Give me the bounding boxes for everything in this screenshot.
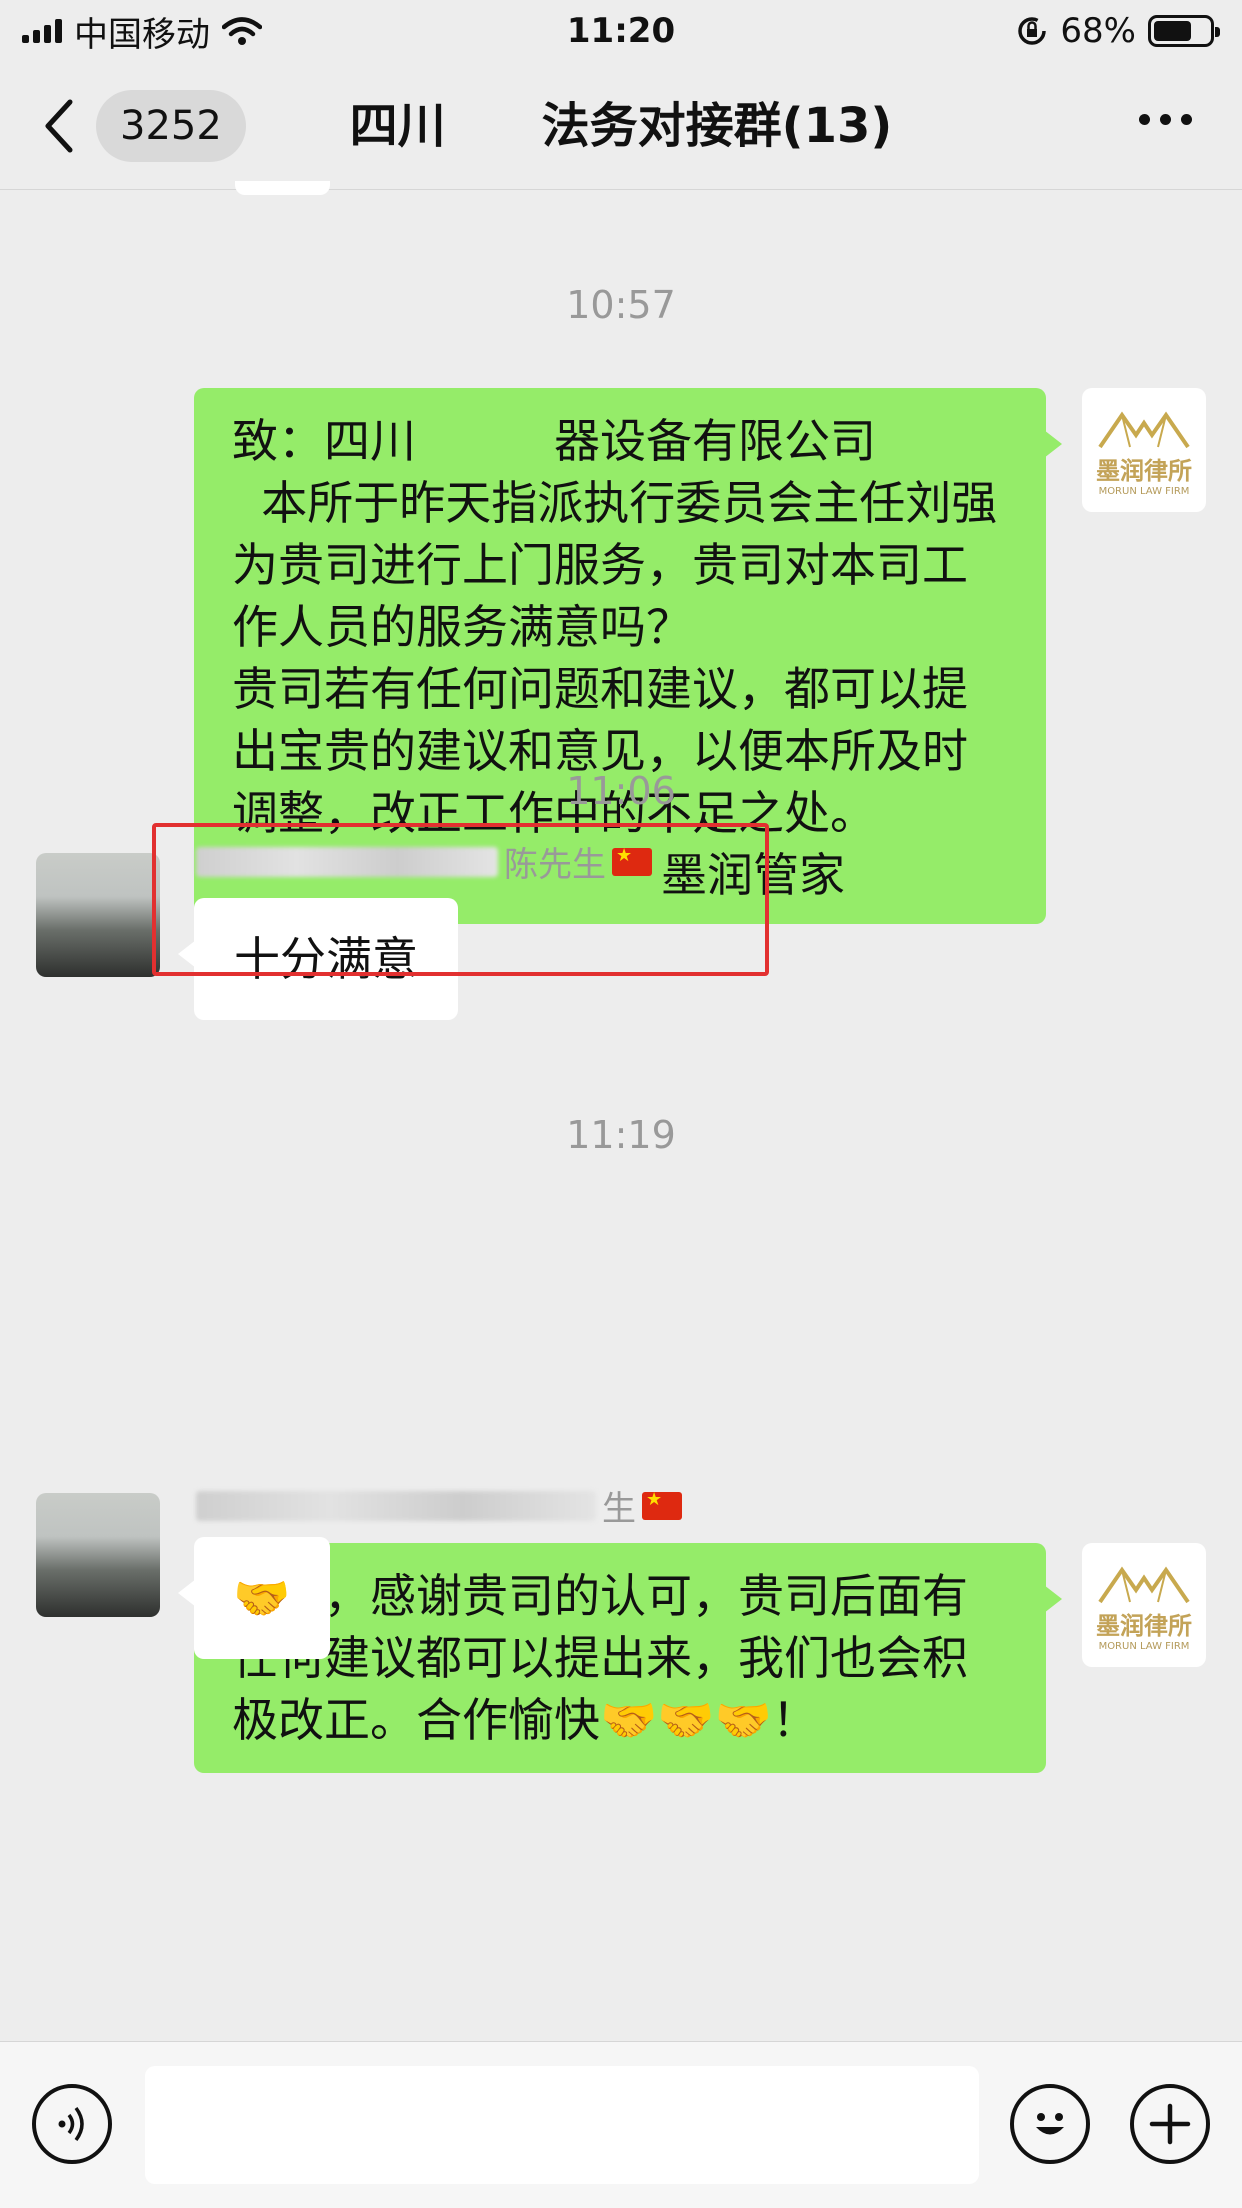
emoji-glyph [1036,2113,1064,2135]
back-chevron-icon[interactable] [40,96,80,156]
avatar[interactable]: 墨润律所 MORUN LAW FIRM [1082,388,1206,512]
voice-glyph [58,2106,84,2142]
battery-icon [1148,15,1220,47]
blurred-name [196,1490,596,1521]
firm-logo-name: 墨润律所 [1096,457,1192,485]
emoji-icon[interactable] [1010,2084,1090,2164]
lock-rotation-icon [1018,17,1047,45]
signal-icon [22,19,62,43]
sender-name-text: 生 [602,1489,636,1529]
timestamp: 10:57 [566,283,676,327]
message-input[interactable] [145,2066,979,2184]
firm-logo-subtitle: MORUN LAW FIRM [1098,1641,1190,1652]
plus-glyph [1149,2103,1191,2145]
firm-logo-icon [1098,1566,1190,1604]
avatar[interactable]: 墨润律所 MORUN LAW FIRM [1082,1543,1206,1667]
more-icon[interactable] [1139,114,1192,125]
highlight-box [152,823,769,976]
status-right: 68% [1016,11,1220,51]
plus-icon[interactable] [1130,2084,1210,2164]
avatar[interactable] [36,1493,160,1617]
carrier-label: 中国移动 [74,14,210,55]
status-bar: 中国移动 11:20 68% [0,0,1242,62]
sender-name: 生 [196,1481,682,1530]
status-left: 中国移动 [22,7,262,56]
avatar[interactable] [36,853,160,977]
previous-bubble-edge [235,181,330,195]
input-bar [0,2041,1242,2208]
voice-icon[interactable] [32,2084,112,2164]
unread-count-badge[interactable]: 3252 [96,90,246,162]
message-text: 🤝 [233,1571,291,1625]
message-text: 收到，感谢贵司的认可，贵司后面有任何建议都可以提出来，我们也会积极改正。合作愉快… [232,1569,968,1747]
chat-area[interactable]: 10:57 致：四川 器设备有限公司 本所于昨天指派执行委员会主任刘强为贵司进行… [0,181,1242,2041]
battery-fill [1154,21,1191,41]
firm-logo-icon [1098,411,1190,449]
timestamp: 11:19 [566,1113,676,1157]
firm-logo-name: 墨润律所 [1096,1612,1192,1640]
timestamp: 11:06 [566,769,676,813]
china-flag-icon [642,1489,682,1520]
nav-bar: 四川 法务对接群(13) 3252 [0,62,1242,190]
battery-percent: 68% [1060,11,1136,51]
wifi-icon [222,17,262,45]
firm-logo-subtitle: MORUN LAW FIRM [1098,486,1190,497]
incoming-message-bubble[interactable]: 🤝 [178,1537,330,1659]
